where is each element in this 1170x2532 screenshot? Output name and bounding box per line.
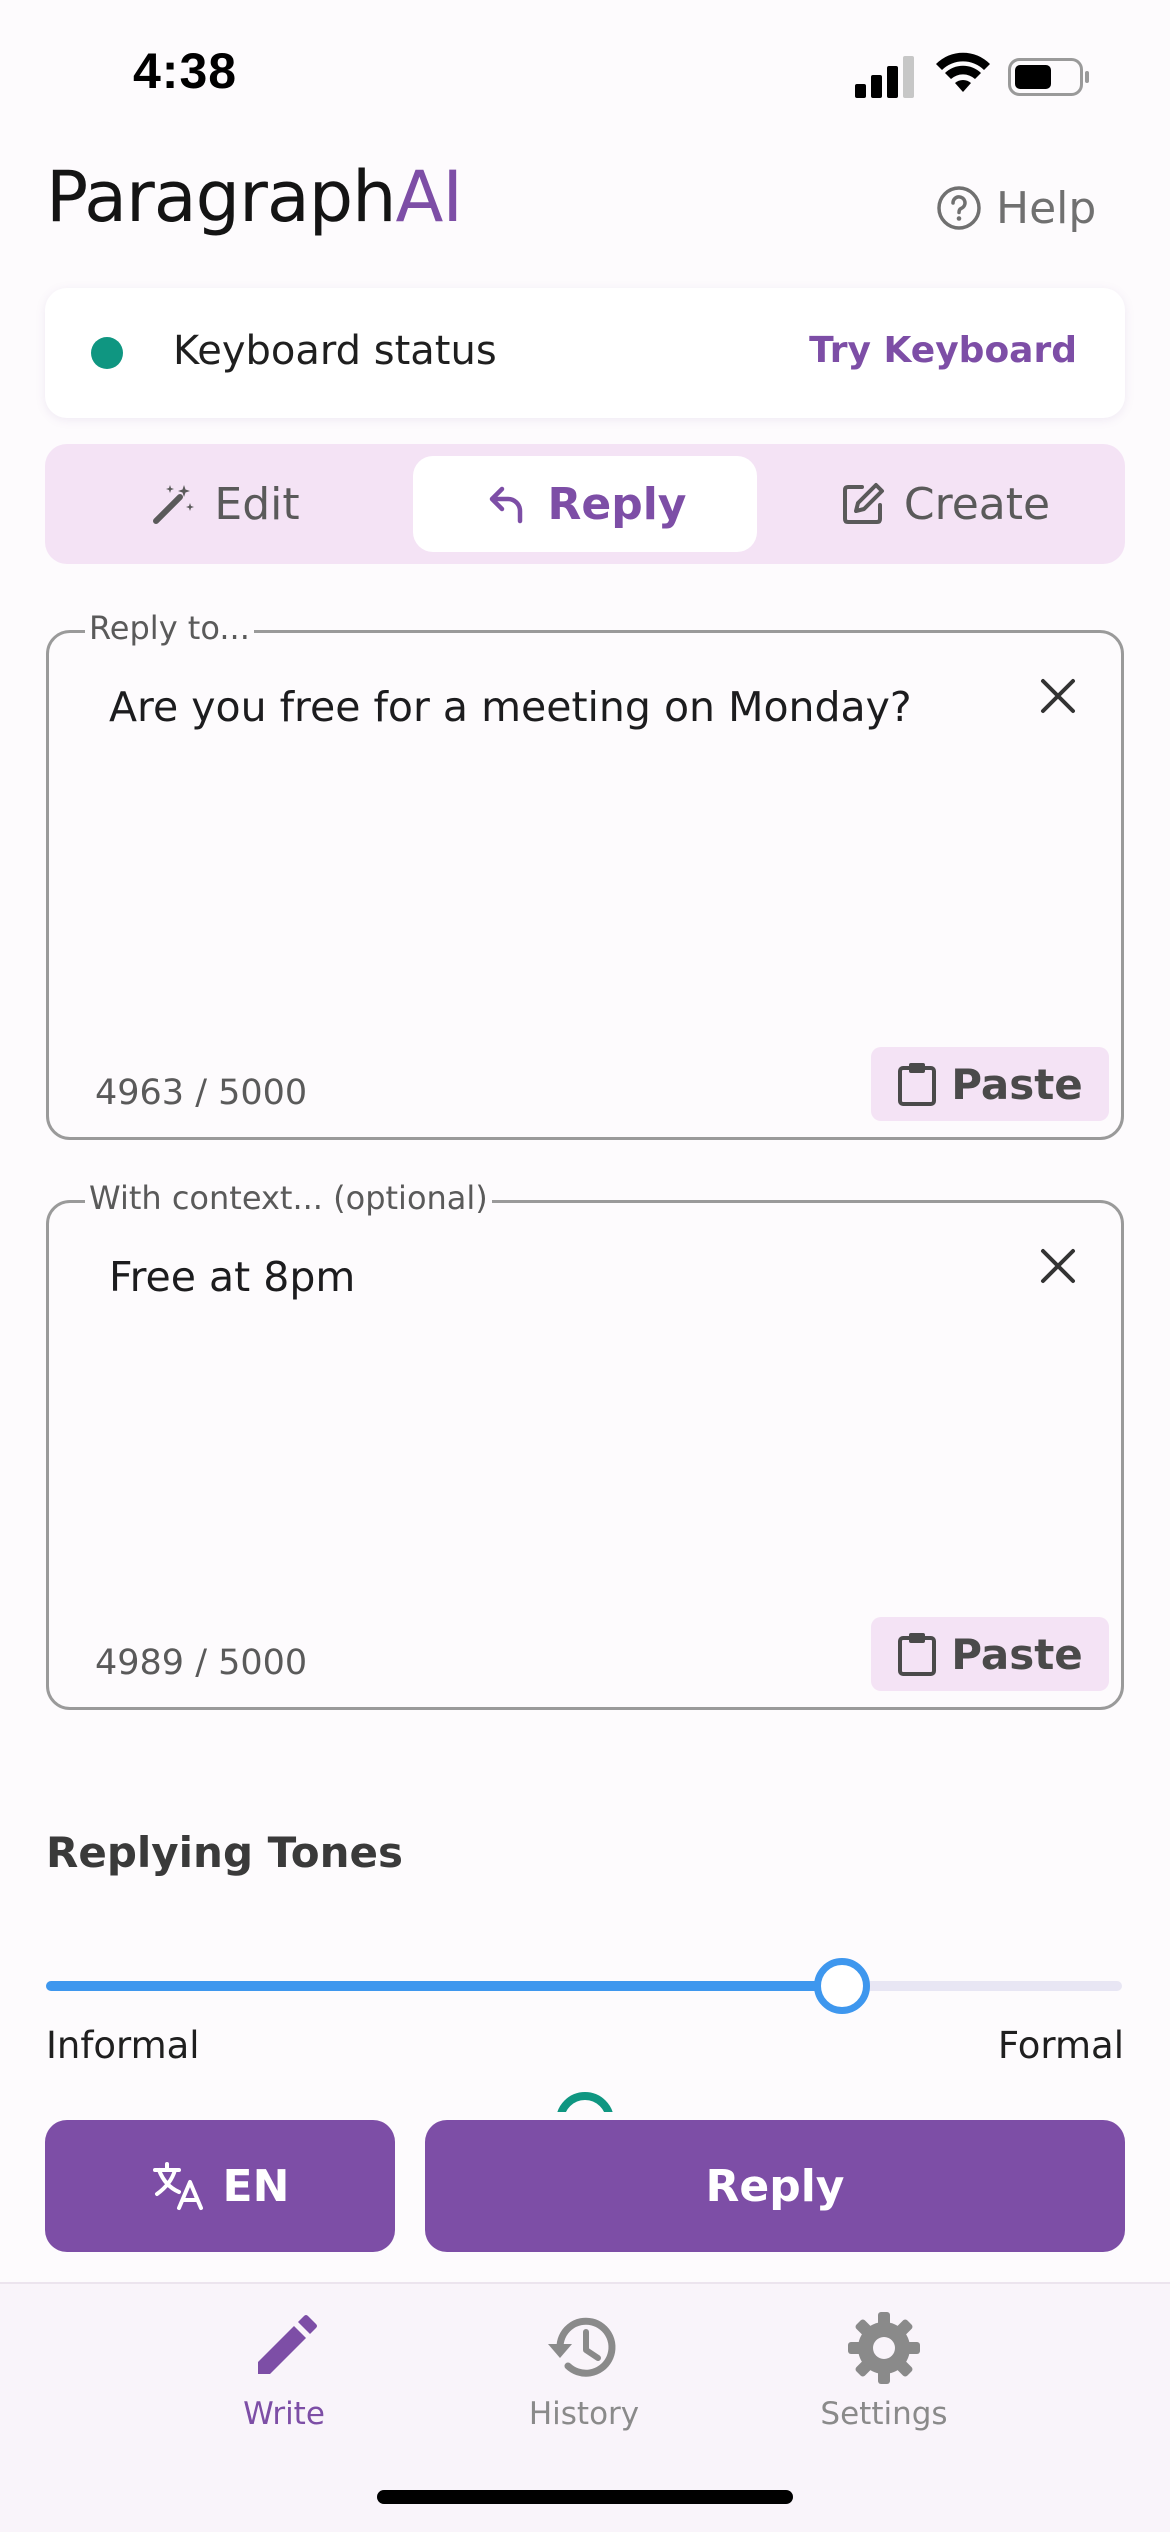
- home-indicator: [377, 2490, 793, 2504]
- reply-submit-button[interactable]: Reply: [425, 2120, 1125, 2252]
- context-paste-label: Paste: [951, 1629, 1083, 1679]
- tone-slider-thumb[interactable]: [814, 1958, 871, 2014]
- reply-to-char-counter: 4963 / 5000: [95, 1073, 308, 1113]
- tab-write[interactable]: Write: [174, 2308, 394, 2432]
- keyboard-status-indicator: [91, 337, 123, 369]
- tone-slider-fill: [46, 1981, 843, 1991]
- history-icon: [548, 2317, 616, 2377]
- close-icon[interactable]: [1035, 1243, 1081, 1289]
- logo-main: Paragraph: [46, 156, 397, 238]
- help-label: Help: [996, 182, 1097, 234]
- clipboard-icon: [898, 1063, 937, 1106]
- loading-spinner-icon: [556, 2092, 614, 2112]
- status-time: 4:38: [133, 43, 238, 99]
- clipboard-icon: [898, 1633, 937, 1676]
- mode-segmented-control: Edit Reply Create: [45, 444, 1125, 564]
- tab-history[interactable]: History: [474, 2308, 694, 2432]
- tab-create-label: Create: [903, 478, 1051, 530]
- language-label: EN: [222, 2160, 290, 2212]
- reply-arrow-icon: [489, 486, 522, 524]
- tab-create[interactable]: Create: [765, 456, 1125, 552]
- battery-icon: [1008, 58, 1089, 96]
- cellular-signal-icon: [855, 56, 914, 98]
- tab-settings[interactable]: Settings: [774, 2308, 994, 2432]
- context-paste-button[interactable]: Paste: [871, 1617, 1109, 1691]
- question-circle-icon: [937, 186, 981, 230]
- tab-edit[interactable]: Edit: [45, 456, 405, 552]
- bottom-tab-bar: Write History Settings: [0, 2282, 1170, 2532]
- reply-to-input[interactable]: Are you free for a meeting on Monday?: [109, 683, 912, 731]
- tab-reply-label: Reply: [547, 478, 687, 530]
- reply-to-field[interactable]: Reply to... Are you free for a meeting o…: [46, 609, 1124, 1140]
- tone-slider[interactable]: [46, 1950, 1122, 2022]
- replying-tones-title: Replying Tones: [46, 1828, 403, 1877]
- tone-min-label: Informal: [46, 2024, 200, 2067]
- reply-to-legend: Reply to...: [85, 609, 254, 647]
- tone-max-label: Formal: [997, 2024, 1124, 2067]
- wifi-icon: [936, 52, 990, 92]
- context-field[interactable]: With context... (optional) Free at 8pm 4…: [46, 1179, 1124, 1710]
- tab-history-label: History: [528, 2396, 640, 2432]
- tab-edit-label: Edit: [214, 478, 300, 530]
- tab-write-label: Write: [243, 2396, 325, 2432]
- try-keyboard-button[interactable]: Try Keyboard: [809, 330, 1077, 371]
- tab-settings-label: Settings: [820, 2396, 948, 2432]
- translate-icon: [152, 2162, 203, 2210]
- status-bar: 4:38: [0, 0, 1170, 150]
- context-char-counter: 4989 / 5000: [95, 1643, 308, 1683]
- tab-reply[interactable]: Reply: [413, 456, 757, 552]
- magic-wand-icon: [153, 485, 195, 524]
- close-icon[interactable]: [1035, 673, 1081, 719]
- context-input[interactable]: Free at 8pm: [109, 1253, 355, 1301]
- context-legend: With context... (optional): [85, 1179, 492, 1217]
- keyboard-status-label: Keyboard status: [173, 328, 497, 374]
- keyboard-status-card: Keyboard status Try Keyboard: [45, 288, 1125, 418]
- gear-icon: [848, 2312, 920, 2384]
- pencil-icon: [258, 2315, 317, 2374]
- language-button[interactable]: EN: [45, 2120, 395, 2252]
- reply-to-paste-label: Paste: [951, 1059, 1083, 1109]
- help-button[interactable]: Help: [936, 180, 1096, 236]
- app-logo: ParagraphAI: [46, 162, 463, 232]
- edit-square-icon: [842, 483, 884, 524]
- reply-to-paste-button[interactable]: Paste: [871, 1047, 1109, 1121]
- logo-accent: AI: [395, 156, 464, 238]
